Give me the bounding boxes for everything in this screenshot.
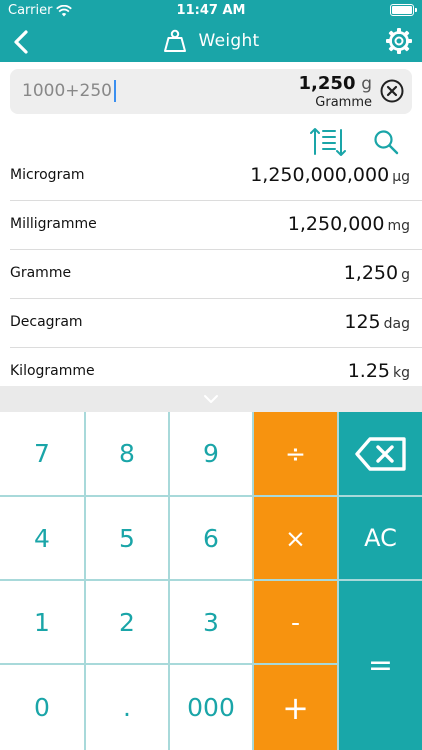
backspace-icon <box>354 436 406 471</box>
key-8[interactable]: 8 <box>86 412 168 495</box>
key-6[interactable]: 6 <box>170 497 252 579</box>
unit-row-gramme[interactable]: Gramme 1,250 g <box>10 250 422 299</box>
unit-value-group: 1.25 kg <box>348 360 410 382</box>
result-unit-name: Gramme <box>315 95 372 110</box>
all-clear-button[interactable]: AC <box>339 497 422 579</box>
result-line: 1,250 g <box>299 73 372 95</box>
divide-button[interactable]: ÷ <box>254 412 337 495</box>
chevron-down-icon <box>204 395 218 403</box>
unit-value-group: 1,250,000 mg <box>288 213 410 235</box>
unit-value-group: 125 dag <box>344 311 410 333</box>
status-bar: Carrier 11:47 AM <box>0 0 422 22</box>
unit-abbr: mg <box>387 218 410 234</box>
key-2[interactable]: 2 <box>86 581 168 663</box>
key-000[interactable]: 000 <box>170 665 252 750</box>
unit-value-group: 1,250 g <box>344 262 410 284</box>
header: Carrier 11:47 AM Weight <box>0 0 422 62</box>
key-3[interactable]: 3 <box>170 581 252 663</box>
keypad: 7 8 9 ÷ 4 5 6 × AC 1 2 3 - = 0 . 000 + <box>0 412 422 750</box>
unit-value-group: 1,250,000,000 µg <box>250 164 410 186</box>
minus-button[interactable]: - <box>254 581 337 663</box>
gear-icon[interactable] <box>384 26 414 56</box>
unit-row-decagram[interactable]: Decagram 125 dag <box>10 299 422 348</box>
battery-icon <box>390 4 417 16</box>
unit-name: Gramme <box>10 265 72 281</box>
decimal-button[interactable]: . <box>86 665 168 750</box>
unit-abbr: g <box>401 267 410 283</box>
key-5[interactable]: 5 <box>86 497 168 579</box>
unit-value: 1.25 <box>347 360 390 382</box>
equals-button[interactable]: = <box>339 581 422 750</box>
expression-group: 1000+250 <box>22 80 116 102</box>
unit-name: Kilogramme <box>10 363 95 379</box>
text-caret <box>113 80 116 102</box>
key-0[interactable]: 0 <box>0 665 84 750</box>
keypad-toggle[interactable] <box>0 386 422 412</box>
key-9[interactable]: 9 <box>170 412 252 495</box>
nav-title-group: Weight <box>0 28 422 54</box>
nav-bar: Weight <box>0 22 422 62</box>
backspace-button[interactable] <box>339 412 422 495</box>
status-time: 11:47 AM <box>176 3 246 18</box>
unit-abbr: dag <box>383 316 410 332</box>
unit-value: 1,250,000 <box>287 213 385 235</box>
unit-name: Decagram <box>10 314 83 330</box>
unit-value: 1,250,000,000 <box>250 164 390 186</box>
weight-icon <box>164 29 187 52</box>
unit-value: 1,250 <box>343 262 399 284</box>
unit-name: Milligramme <box>10 216 97 232</box>
unit-row-milligramme[interactable]: Milligramme 1,250,000 mg <box>10 201 422 250</box>
unit-value: 125 <box>344 311 381 333</box>
unit-name: Microgram <box>10 167 85 183</box>
result-unit: g <box>361 74 372 94</box>
unit-row-kilogramme[interactable]: Kilogramme 1.25 kg <box>10 348 422 386</box>
expression-text: 1000+250 <box>22 81 112 101</box>
page-title: Weight <box>198 31 260 51</box>
unit-abbr: kg <box>393 365 410 381</box>
unit-row-microgram[interactable]: Microgram 1,250,000,000 µg <box>10 152 422 201</box>
key-4[interactable]: 4 <box>0 497 84 579</box>
result-value: 1,250 <box>298 73 356 94</box>
multiply-button[interactable]: × <box>254 497 337 579</box>
unit-abbr: µg <box>392 169 410 185</box>
key-7[interactable]: 7 <box>0 412 84 495</box>
key-1[interactable]: 1 <box>0 581 84 663</box>
result-display: 1,250 g Gramme <box>299 73 372 110</box>
units-list: Microgram 1,250,000,000 µg Milligramme 1,… <box>0 152 422 386</box>
plus-button[interactable]: + <box>254 665 337 750</box>
clear-circle-icon[interactable] <box>380 79 404 103</box>
expression-input[interactable]: 1000+250 1,250 g Gramme <box>10 69 412 114</box>
